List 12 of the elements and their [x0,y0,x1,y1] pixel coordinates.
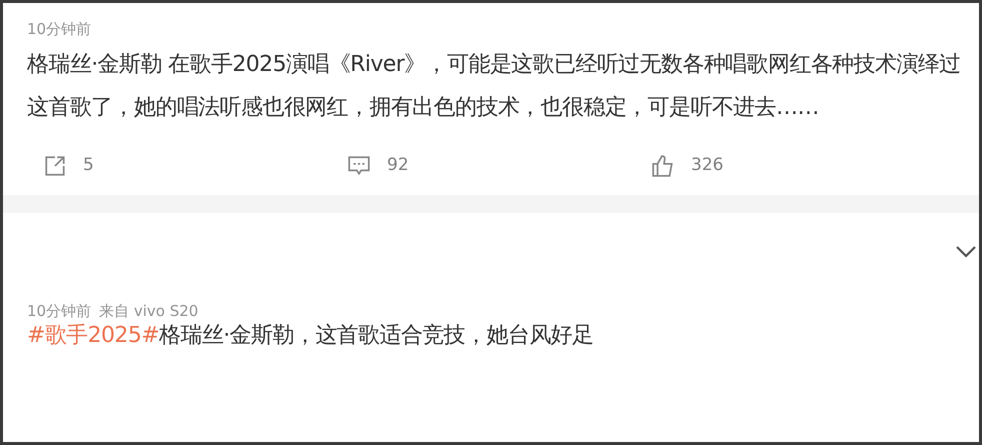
comment-count: 92 [387,154,409,177]
post-time: 10分钟前 [27,19,92,39]
post-text: #歌手2025#格瑞丝·金斯勒，这首歌适合竞技，她台风好足 [27,322,594,350]
like-count: 326 [691,154,724,177]
post-source: 来自 vivo S20 [99,300,198,320]
chevron-down-icon[interactable] [955,244,977,258]
thumbs-up-icon[interactable] [651,154,675,178]
share-icon[interactable] [43,154,67,178]
share-count: 5 [83,154,94,177]
post-time: 10分钟前 [27,300,92,320]
post-text: 格瑞丝·金斯勒 在歌手2025演唱《River》，可能是这歌已经听过无数各种唱歌网红各种技术演绎过这首歌了，她的唱法听感也很网红，拥有出色的技术，也很稳定，可是听不进去…… [27,51,962,122]
comment-icon[interactable] [347,154,371,178]
